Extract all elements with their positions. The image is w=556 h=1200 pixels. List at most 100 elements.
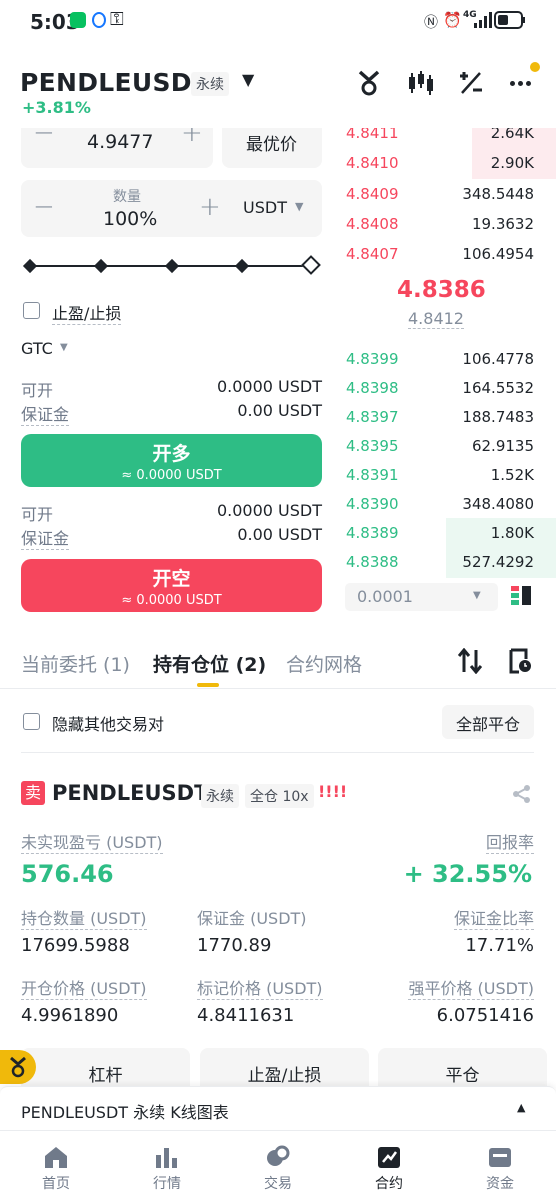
nav-assets-label: 资金 [486, 1176, 514, 1192]
futures-icon [378, 1147, 400, 1168]
unrealized-pnl-value: 576.46 [21, 860, 114, 888]
bid-row[interactable]: 4.8388 527.4292 [346, 547, 556, 578]
position-margin-mode-tag[interactable]: 全仓 10x [245, 784, 314, 808]
tab-open-orders[interactable]: 当前委托 (1) [21, 650, 130, 677]
liquidation-price-value: 6.0751416 [436, 1005, 534, 1026]
bid-qty: 1.52K [490, 466, 534, 484]
ask-price: 4.8410 [346, 154, 399, 172]
entry-price-label[interactable]: 开仓价格 (USDT) [21, 975, 147, 1000]
bottom-nav: 首页 行情 交易 合约 资金 [0, 1130, 556, 1200]
alarm-icon: ⏰ [443, 11, 462, 29]
tab-positions[interactable]: 持有仓位 (2) [153, 650, 266, 677]
entry-price-value: 4.9961890 [21, 1005, 119, 1026]
ask-price: 4.8409 [346, 185, 399, 203]
hide-other-pairs-checkbox[interactable] [23, 713, 40, 730]
campaign-icon[interactable] [356, 70, 382, 98]
bid-qty: 62.9135 [471, 437, 534, 455]
ask-row[interactable]: 4.8408 19.3632 [346, 209, 534, 240]
bid-qty: 106.4778 [462, 350, 534, 368]
bid-price: 4.8395 [346, 437, 399, 455]
nav-trade[interactable]: 交易 [238, 1145, 318, 1193]
pair-title[interactable]: PENDLEUSDT [20, 68, 209, 97]
status-bar: 5:03 ⚿ Ⓝ ⏰ 4G [0, 0, 556, 44]
wallet-icon [489, 1148, 511, 1167]
ask-price: 4.8407 [346, 245, 399, 263]
ask-row[interactable]: 4.8410 2.90K [346, 148, 556, 179]
close-all-button[interactable]: 全部平仓 [442, 705, 534, 739]
bid-row[interactable]: 4.8398 164.5532 [346, 373, 534, 404]
ask-row[interactable]: 4.8407 106.4954 [346, 239, 534, 270]
calculator-icon[interactable] [458, 70, 484, 96]
bid-qty: 348.4080 [462, 495, 534, 513]
trade-icon [267, 1145, 290, 1166]
bid-row[interactable]: 4.8390 348.4080 [346, 489, 534, 520]
bid-price: 4.8391 [346, 466, 399, 484]
ask-row[interactable]: 4.8411 2.64K [346, 128, 556, 149]
ask-qty: 106.4954 [462, 245, 534, 263]
nav-home[interactable]: 首页 [16, 1145, 96, 1193]
ask-qty: 19.3632 [471, 215, 534, 233]
precision-dropdown-icon: ▼ [473, 590, 481, 601]
position-pair[interactable]: PENDLEUSDT [52, 781, 208, 805]
bid-qty: 188.7483 [462, 408, 534, 426]
orderbook-bids: 4.8399 106.4778 4.8398 164.5532 4.8397 1… [0, 344, 556, 578]
bid-qty: 527.4292 [462, 553, 534, 571]
tabs-divider [0, 688, 556, 689]
ask-qty: 348.5448 [462, 185, 534, 203]
kline-chart-bar[interactable]: PENDLEUSDT 永续 K线图表 ▲ [0, 1086, 556, 1130]
hide-other-pairs-label[interactable]: 隐藏其他交易对 [52, 711, 164, 735]
last-price[interactable]: 4.8386 [397, 277, 486, 303]
bid-qty: 164.5532 [462, 379, 534, 397]
nav-markets-label: 行情 [153, 1176, 181, 1192]
ask-price: 4.8408 [346, 215, 399, 233]
position-size-label[interactable]: 持仓数量 (USDT) [21, 905, 147, 930]
nav-home-label: 首页 [42, 1176, 70, 1192]
mark-price-value: 4.8411631 [197, 1005, 295, 1026]
more-menu-icon[interactable] [508, 62, 540, 96]
unrealized-pnl-label[interactable]: 未实现盈亏 (USDT) [21, 829, 163, 854]
roe-label[interactable]: 回报率 [485, 829, 534, 854]
expand-chart-icon[interactable]: ▲ [517, 1101, 525, 1114]
bid-row[interactable]: 4.8399 106.4778 [346, 344, 534, 375]
nav-markets[interactable]: 行情 [127, 1145, 207, 1193]
sort-icon[interactable] [458, 648, 482, 674]
precision-select[interactable]: 0.0001 ▼ [345, 583, 498, 611]
tab-futures-grid[interactable]: 合约网格 [286, 650, 362, 677]
margin-ratio-label[interactable]: 保证金比率 [453, 905, 534, 930]
risk-indicator: !!!! [318, 782, 348, 801]
mark-price-label[interactable]: 标记价格 (USDT) [197, 975, 323, 1000]
tpsl-label[interactable]: 止盈/止损 [52, 300, 122, 325]
active-tab-indicator [197, 683, 219, 687]
position-perp-tag: 永续 [201, 784, 239, 808]
candlestick-chart-icon[interactable] [406, 70, 434, 96]
signal-icon [474, 12, 492, 28]
share-icon[interactable] [512, 784, 532, 804]
order-history-icon[interactable] [508, 648, 532, 674]
tpsl-checkbox[interactable] [23, 302, 40, 319]
floating-reward-button[interactable] [0, 1050, 36, 1084]
bid-row[interactable]: 4.8391 1.52K [346, 460, 534, 491]
mark-price[interactable]: 4.8412 [408, 309, 464, 329]
app-notification-icon [92, 12, 106, 28]
nav-assets[interactable]: 资金 [460, 1145, 540, 1193]
bid-row[interactable]: 4.8397 188.7483 [346, 402, 534, 433]
liquidation-price-label[interactable]: 强平价格 (USDT) [408, 975, 534, 1000]
margin-label: 保证金 (USDT) [197, 909, 307, 928]
orderbook-asks: 4.8411 2.64K 4.8410 2.90K 4.8409 348.544… [0, 128, 556, 278]
markets-icon [156, 1148, 177, 1168]
nav-futures[interactable]: 合约 [349, 1145, 429, 1193]
bid-row[interactable]: 4.8395 62.9135 [346, 431, 534, 462]
bid-price: 4.8388 [346, 553, 399, 571]
open-short-estimate: ≈ 0.0000 USDT [121, 593, 222, 608]
bid-row[interactable]: 4.8389 1.80K [346, 518, 556, 549]
ask-row[interactable]: 4.8409 348.5448 [346, 179, 534, 210]
kline-chart-label: PENDLEUSDT 永续 K线图表 [21, 1103, 229, 1122]
orderbook-layout-icon[interactable] [511, 586, 531, 606]
margin-ratio-value: 17.71% [465, 935, 534, 956]
notification-dot [530, 62, 540, 72]
wechat-icon [70, 12, 86, 28]
bid-price: 4.8397 [346, 408, 399, 426]
bid-qty: 1.80K [490, 524, 534, 542]
pair-dropdown-icon[interactable]: ▼ [242, 70, 254, 89]
roe-value: + 32.55% [403, 860, 532, 888]
